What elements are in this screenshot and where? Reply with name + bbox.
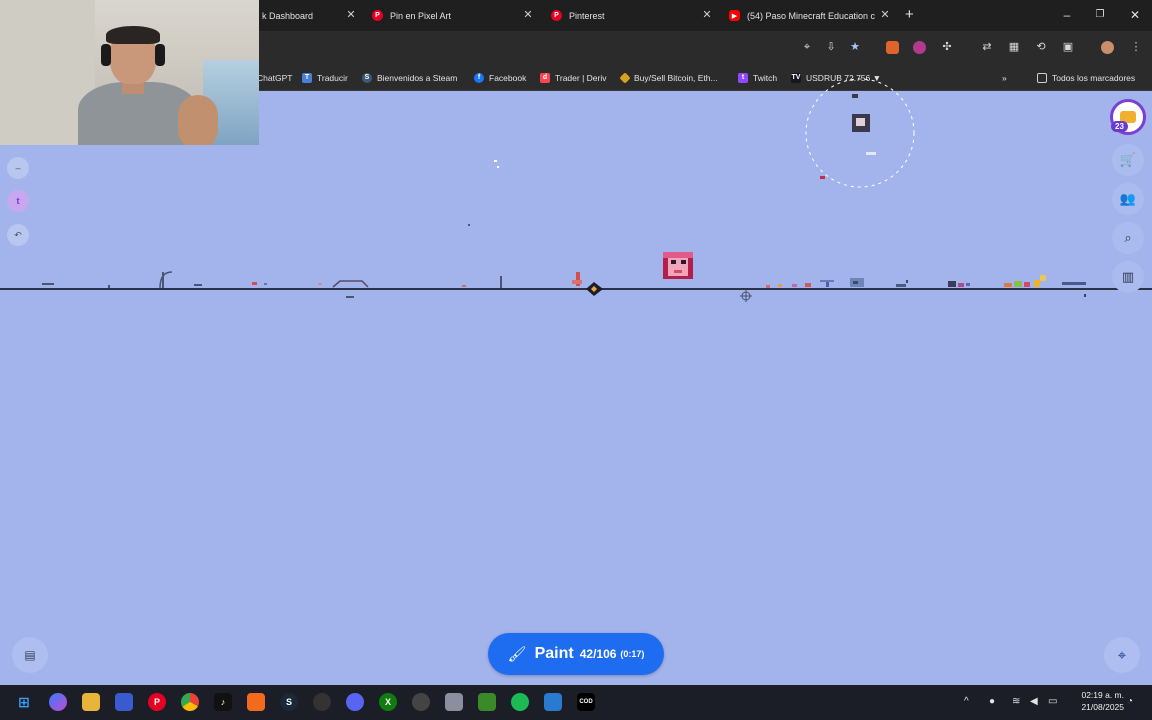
crunchyroll-icon[interactable] (247, 693, 265, 711)
paint-button[interactable]: 🖌 Paint 42/106 (0:17) (488, 633, 664, 675)
webcam-overlay (0, 0, 259, 145)
map-icon: ▤ (24, 648, 36, 662)
webcam-person-arm (178, 95, 218, 145)
app-icon[interactable] (313, 693, 331, 711)
file-explorer-icon[interactable] (82, 693, 100, 711)
brush-icon: 🖌 (507, 646, 527, 663)
wifi-icon[interactable]: ≋ (1012, 695, 1020, 709)
spotify-icon[interactable] (511, 693, 529, 711)
headset-icon (155, 44, 165, 66)
chevron-up-icon[interactable]: ^ (964, 695, 969, 709)
headset-icon (101, 44, 111, 66)
search-icon: ⌕ (1124, 230, 1132, 245)
screen: k Dashboard ✕ P Pin en Pixel Art ✕ P Pin… (0, 0, 1152, 720)
minecraft-icon[interactable] (478, 693, 496, 711)
volume-icon[interactable]: ◀ (1030, 695, 1038, 709)
store-button[interactable]: 🛒 (1112, 144, 1144, 176)
windows-start-icon[interactable]: ⊞ (15, 693, 33, 711)
steam-icon[interactable]: S (280, 693, 298, 711)
paint-label: Paint (534, 645, 574, 662)
toggle-map-button[interactable]: ▤ (12, 637, 48, 673)
zoom-out-button[interactable]: – (7, 157, 29, 179)
group-icon: 👥 (1119, 191, 1137, 206)
cart-icon: 🛒 (1119, 152, 1137, 167)
app-icon[interactable] (544, 693, 562, 711)
user-level-badge: 23 (1111, 121, 1128, 132)
discord-icon[interactable] (346, 693, 364, 711)
call-of-duty-icon[interactable]: COD (577, 693, 595, 711)
alliance-button[interactable]: 👥 (1112, 183, 1144, 215)
xbox-icon[interactable]: X (379, 693, 397, 711)
microphone-icon[interactable]: ● (989, 695, 995, 709)
pinterest-icon[interactable]: P (148, 693, 166, 711)
twitch-link-button[interactable]: t (7, 190, 29, 212)
tiktok-icon[interactable]: ♪ (214, 693, 232, 711)
twitch-icon: t (16, 196, 20, 206)
chatgpt-icon[interactable] (412, 693, 430, 711)
battery-icon[interactable]: ▭ (1048, 695, 1057, 709)
app-icon[interactable] (445, 693, 463, 711)
minus-icon: – (15, 163, 21, 173)
clock-date: 21/08/2025 (1081, 702, 1124, 712)
leaderboard-icon: ▥ (1121, 269, 1135, 284)
webcam-person-hair (106, 26, 160, 44)
notification-bell-icon[interactable]: ◔ (1127, 695, 1133, 709)
chrome-icon[interactable] (181, 693, 199, 711)
leaderboard-button[interactable]: ▥ (1112, 261, 1144, 293)
undo-icon: ↶ (14, 229, 22, 240)
ms-store-icon[interactable] (115, 693, 133, 711)
locate-me-button[interactable]: ⌖ (1104, 637, 1140, 673)
system-clock[interactable]: 02:19 a. m. 21/08/2025 (1066, 689, 1124, 713)
paint-charges: 42/106 (579, 647, 617, 661)
undo-button[interactable]: ↶ (7, 224, 29, 246)
copilot-icon[interactable] (49, 693, 67, 711)
clock-time: 02:19 a. m. (1081, 690, 1124, 700)
windows-taskbar: ⊞ P ♪ S X COD ^ ● ≋ ◀ ▭ 02:19 a. m. 21/0… (0, 685, 1152, 720)
paint-timer: (0:17) (620, 649, 645, 659)
search-button[interactable]: ⌕ (1112, 222, 1144, 254)
crosshair-icon: ⌖ (1117, 646, 1127, 664)
